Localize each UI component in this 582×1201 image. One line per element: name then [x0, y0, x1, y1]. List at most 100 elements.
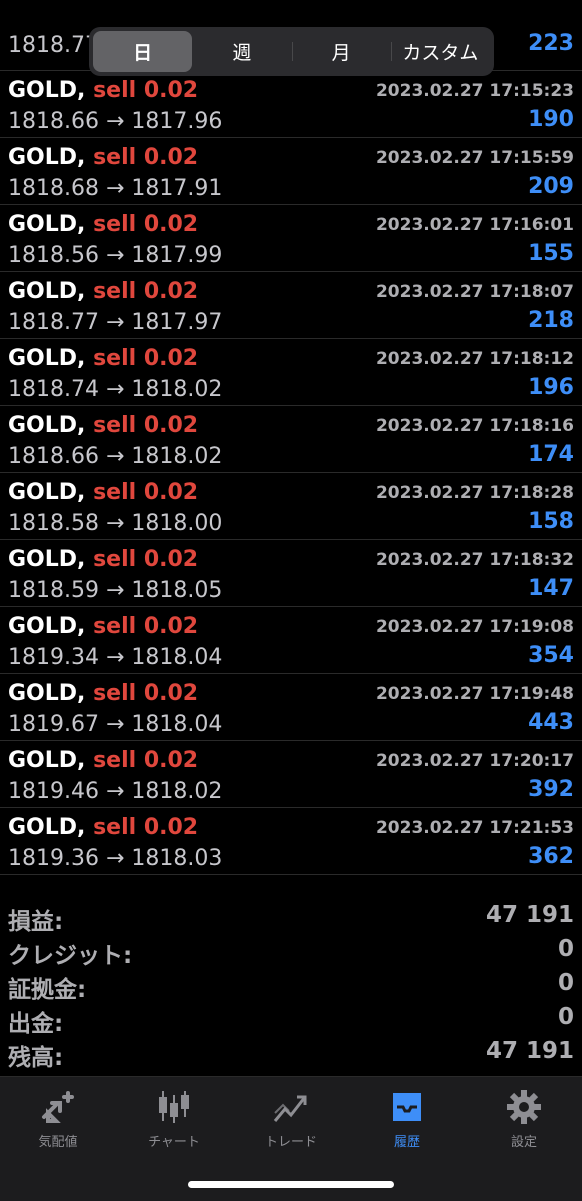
- table-row[interactable]: GOLD, sell 0.02 2023.02.27 17:18:12 1818.7…: [0, 339, 582, 406]
- trade-profit: 354: [528, 643, 574, 668]
- tab-label: 気配値: [38, 1135, 78, 1150]
- trade-profit: 174: [528, 442, 574, 467]
- trade-prices: 1818.77 → 1817.97: [8, 310, 223, 335]
- summary-label: 証拠金:: [8, 977, 87, 1003]
- trade-symbol-name: GOLD,: [8, 480, 86, 505]
- trade-prices: 1818.56 → 1817.99: [8, 243, 223, 268]
- trade-symbol-name: GOLD,: [8, 212, 86, 237]
- trade-profit: 223: [528, 31, 574, 56]
- trade-side: sell 0.02: [93, 346, 199, 371]
- trade-time: 2023.02.27 17:18:12: [375, 349, 574, 369]
- trade-time: 2023.02.27 17:18:07: [375, 282, 574, 302]
- trade-time: 2023.02.27 17:16:01: [375, 215, 574, 235]
- trade-prices: 1819.46 → 1818.02: [8, 779, 223, 804]
- table-row[interactable]: GOLD, sell 0.02 2023.02.27 17:15:23 1818.6…: [0, 71, 582, 138]
- summary-label: クレジット:: [8, 943, 133, 969]
- summary-row-balance: 残高: 47 191: [0, 1036, 582, 1071]
- trade-side: sell 0.02: [93, 145, 199, 170]
- trade-symbol-name: GOLD,: [8, 681, 86, 706]
- trade-side: sell 0.02: [93, 681, 199, 706]
- table-row[interactable]: GOLD, sell 0.02 2023.02.27 17:15:59 1818.6…: [0, 138, 582, 205]
- trade-side: sell 0.02: [93, 547, 199, 572]
- segment-custom[interactable]: カスタム: [390, 31, 490, 72]
- trade-symbol: GOLD, sell 0.02: [8, 413, 198, 438]
- segment-month[interactable]: 月: [291, 31, 391, 72]
- trade-side: sell 0.02: [93, 480, 199, 505]
- trade-profit: 155: [528, 241, 574, 266]
- trade-side: sell 0.02: [93, 614, 199, 639]
- table-row[interactable]: GOLD, sell 0.02 2023.02.27 17:18:16 1818.6…: [0, 406, 582, 473]
- summary-value: 0: [557, 936, 574, 962]
- trade-time: 2023.02.27 17:18:32: [375, 550, 574, 570]
- trade-symbol-name: GOLD,: [8, 78, 86, 103]
- tab-label: トレード: [264, 1135, 317, 1150]
- trade-symbol: GOLD, sell 0.02: [8, 78, 198, 103]
- summary-value: 47 191: [485, 902, 574, 928]
- trade-profit: 209: [528, 174, 574, 199]
- table-row[interactable]: GOLD, sell 0.02 2023.02.27 17:19:48 1819.6…: [0, 674, 582, 741]
- trade-symbol: GOLD, sell 0.02: [8, 346, 198, 371]
- trade-symbol: GOLD, sell 0.02: [8, 547, 198, 572]
- trade-prices: 1818.68 → 1817.91: [8, 176, 223, 201]
- tab-quotes[interactable]: 気配値: [0, 1087, 116, 1150]
- period-segmented-control[interactable]: 日 週 月 カスタム: [89, 27, 494, 76]
- tab-history[interactable]: 履歴: [349, 1087, 465, 1150]
- quotes-icon: [42, 1091, 74, 1123]
- table-row[interactable]: GOLD, sell 0.02 2023.02.27 17:19:08 1819.3…: [0, 607, 582, 674]
- trade-time: 2023.02.27 17:19:08: [375, 617, 574, 637]
- table-row[interactable]: GOLD, sell 0.02 2023.02.27 17:18:28 1818.5…: [0, 473, 582, 540]
- trade-time: 2023.02.27 17:19:48: [375, 684, 574, 704]
- table-row[interactable]: GOLD, sell 0.02 2023.02.27 17:20:17 1819.4…: [0, 741, 582, 808]
- trade-symbol: GOLD, sell 0.02: [8, 480, 198, 505]
- summary-row-profit: 損益: 47 191: [0, 900, 582, 935]
- segment-day[interactable]: 日: [93, 31, 193, 72]
- trade-prices: 1818.58 → 1818.00: [8, 511, 223, 536]
- summary-row-credit: クレジット: 0: [0, 934, 582, 969]
- history-icon: [393, 1093, 421, 1121]
- trade-time: 2023.02.27 17:21:53: [375, 818, 574, 838]
- trade-profit: 443: [528, 710, 574, 735]
- trade-time: 2023.02.27 17:15:59: [375, 148, 574, 168]
- trade-prices: 1818.59 → 1818.05: [8, 578, 223, 603]
- trade-symbol: GOLD, sell 0.02: [8, 748, 198, 773]
- trade-symbol: GOLD, sell 0.02: [8, 815, 198, 840]
- summary-value: 0: [557, 1004, 574, 1030]
- trade-symbol: GOLD, sell 0.02: [8, 145, 198, 170]
- summary-value: 0: [557, 970, 574, 996]
- trade-profit: 392: [528, 777, 574, 802]
- tab-chart[interactable]: チャート: [116, 1087, 232, 1150]
- trade-profit: 158: [528, 509, 574, 534]
- trade-symbol: GOLD, sell 0.02: [8, 614, 198, 639]
- trade-profit: 190: [528, 107, 574, 132]
- trade-icon: [273, 1095, 307, 1122]
- segment-week[interactable]: 週: [192, 31, 291, 72]
- trade-symbol: GOLD, sell 0.02: [8, 212, 198, 237]
- trade-prices: 1819.67 → 1818.04: [8, 712, 223, 737]
- summary-value: 47 191: [485, 1038, 574, 1064]
- table-row[interactable]: GOLD, sell 0.02 2023.02.27 17:18:07 1818.7…: [0, 272, 582, 339]
- trade-profit: 218: [528, 308, 574, 333]
- account-summary: 損益: 47 191 クレジット: 0 証拠金: 0 出金: 0 残高: 47 …: [0, 900, 582, 1072]
- tab-label: 履歴: [393, 1135, 420, 1150]
- trade-side: sell 0.02: [93, 815, 199, 840]
- tab-trade[interactable]: トレード: [233, 1087, 349, 1150]
- trade-side: sell 0.02: [93, 78, 199, 103]
- table-row[interactable]: GOLD, sell 0.02 2023.02.27 17:16:01 1818.5…: [0, 205, 582, 272]
- trade-prices: 1818.66 → 1818.02: [8, 444, 223, 469]
- trade-symbol-name: GOLD,: [8, 346, 86, 371]
- trade-history-list[interactable]: 1818.77 → 1817.66 223 GOLD, sell 0.02202…: [0, 21, 582, 875]
- trade-time: 2023.02.27 17:18:28: [375, 483, 574, 503]
- table-row[interactable]: GOLD, sell 0.02 2023.02.27 17:21:53 1819.3…: [0, 808, 582, 875]
- tab-settings[interactable]: 設定: [466, 1087, 582, 1150]
- summary-label: 出金:: [8, 1011, 64, 1037]
- trade-symbol-name: GOLD,: [8, 815, 86, 840]
- trade-profit: 147: [528, 576, 574, 601]
- summary-label: 損益:: [8, 909, 64, 935]
- home-indicator: [188, 1181, 394, 1188]
- trade-symbol-name: GOLD,: [8, 614, 86, 639]
- summary-row-margin: 証拠金: 0: [0, 968, 582, 1003]
- trade-symbol-name: GOLD,: [8, 279, 86, 304]
- table-row[interactable]: GOLD, sell 0.02 2023.02.27 17:18:32 1818.5…: [0, 540, 582, 607]
- trade-symbol: GOLD, sell 0.02: [8, 681, 198, 706]
- gear-icon: [507, 1090, 541, 1124]
